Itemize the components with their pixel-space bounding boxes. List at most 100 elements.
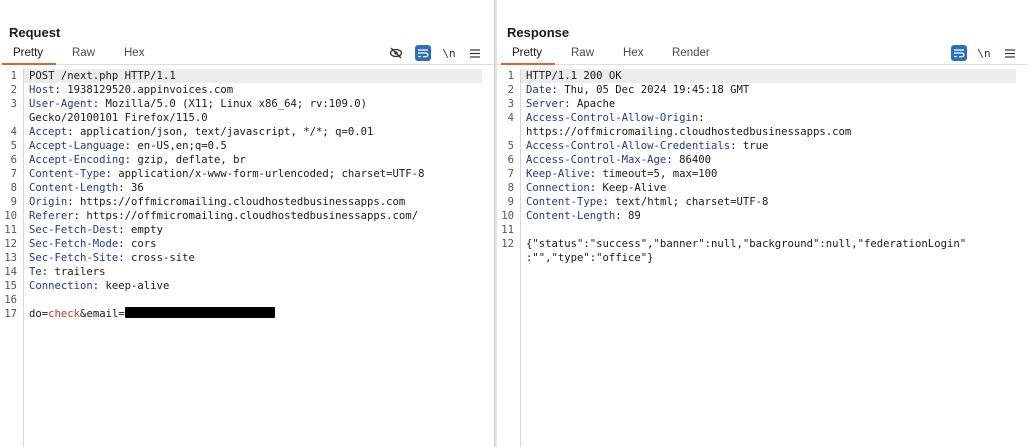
response-code-line: 9 Content-Type: text/html; charset=UTF-8 [508,195,1016,209]
request-code-line: 14 Te: trailers [4,265,482,279]
line-number: 12 [4,238,17,250]
request-code-line: 8 Content-Length: 36 [11,181,482,195]
request-editor[interactable]: 1 POST /next.php HTTP/1.1 2 Host: 193812952… [0,69,494,447]
header-name: Content-Type [526,196,603,208]
header-name: Host [29,84,55,96]
line-number: 10 [4,210,17,222]
request-code-line: 13 Sec-Fetch-Site: cross-site [4,251,482,265]
eye-slash-icon[interactable] [388,45,404,61]
request-hamburger-menu-icon[interactable] [467,45,483,61]
line-text: Origin: https://offmicromailing.cloudhos… [24,196,405,208]
line-number: 1 [10,70,17,82]
response-newline-toggle[interactable]: \n [976,45,992,61]
line-number: 6 [10,154,17,166]
request-code-line: 1 POST /next.php HTTP/1.1 [11,69,482,83]
header-name: Accept-Language [29,140,125,152]
response-tab-hex[interactable]: Hex [623,47,643,59]
line-text: Te: trailers [24,266,106,278]
plain-text: Gecko/20100101 Firefox/115.0 [29,112,208,124]
line-number: 5 [507,140,514,152]
line-text: POST /next.php HTTP/1.1 [24,69,482,83]
request-code-line: 3 User-Agent: Mozilla/5.0 (X11; Linux x86… [11,97,482,111]
header-value: : Mozilla/5.0 (X11; Linux x86_64; rv:109… [92,98,368,110]
header-name: Sec-Fetch-Site [29,252,119,264]
redaction-bar [124,307,275,318]
response-tab-raw[interactable]: Raw [571,47,594,59]
header-name: Accept-Encoding [29,154,125,166]
line-number: 4 [507,112,514,124]
response-editor[interactable]: 1 HTTP/1.1 200 OK 2 Date: Thu, 05 Dec 2024 … [497,69,1028,447]
header-name: Content-Length [29,182,119,194]
line-number: 11 [4,224,17,236]
response-wrap-icon[interactable] [951,45,967,61]
response-code-line: 10 Content-Length: 89 [501,209,1016,223]
plain-text: POST /next.php HTTP/1.1 [29,70,176,82]
request-code-line: 15 Connection: keep-alive [4,279,482,293]
request-newline-toggle[interactable]: \n [441,45,457,61]
line-text: Connection: keep-alive [24,280,169,292]
request-tab-raw[interactable]: Raw [72,47,95,59]
header-value: : cors [118,238,157,250]
line-text: Sec-Fetch-Mode: cors [24,238,157,250]
line-number: 12 [501,238,514,250]
header-value: : text/html; charset=UTF-8 [602,196,769,208]
header-name: Connection [29,280,93,292]
line-text: Sec-Fetch-Site: cross-site [24,252,195,264]
line-number: 9 [507,196,514,208]
param-key: do [29,308,42,320]
request-wrap-icon[interactable] [415,45,431,61]
response-tab-underline [501,63,555,65]
response-code-line: :"","type":"office"} [521,251,1016,265]
header-value: : Apache [564,98,616,110]
response-code-line: 8 Connection: Keep-Alive [508,181,1016,195]
line-text: Keep-Alive: timeout=5, max=100 [521,168,717,180]
response-code-line: 5 Access-Control-Allow-Credentials: true [508,139,1016,153]
header-value: : true [730,140,769,152]
plain-text: HTTP/1.1 200 OK [526,70,622,82]
line-text: Access-Control-Allow-Origin: [521,112,705,124]
equals-sign: = [118,308,125,320]
line-number: 9 [10,196,17,208]
line-number: 7 [10,168,17,180]
request-tab-pretty[interactable]: Pretty [13,47,43,59]
header-name: Server [526,98,565,110]
response-tab-render[interactable]: Render [672,47,710,59]
line-number: 14 [4,266,17,278]
header-value: : application/json, text/javascript, */*… [67,126,374,138]
header-value: : https://offmicromailing.cloudhostedbus… [67,196,406,208]
line-text: Host: 1938129520.appinvoices.com [24,84,233,96]
response-code-line: 12 {"status":"success","banner":null,"bac… [501,237,1016,251]
response-code-line: 7 Keep-Alive: timeout=5, max=100 [508,167,1016,181]
line-number: 3 [10,98,17,110]
response-tab-pretty[interactable]: Pretty [512,47,542,59]
line-number: 5 [10,140,17,152]
request-pane: Request Pretty Raw Hex \n 1 POST /next.ph… [0,0,494,447]
header-value: : gzip, deflate, br [124,154,246,166]
response-hamburger-menu-icon[interactable] [1002,45,1018,61]
line-text: HTTP/1.1 200 OK [521,69,1016,83]
header-value: : en-US,en;q=0.5 [124,140,227,152]
response-gutter [497,69,521,447]
header-name: Accept [29,126,68,138]
header-value: : trailers [41,266,106,278]
request-tab-hex[interactable]: Hex [124,47,144,59]
response-tabs: Pretty Raw Hex Render [497,43,1028,65]
header-name: Date [526,84,552,96]
header-name: Sec-Fetch-Mode [29,238,119,250]
response-code-line: 6 Access-Control-Max-Age: 86400 [508,153,1016,167]
header-value: : 1938129520.appinvoices.com [54,84,234,96]
line-number: 2 [10,84,17,96]
request-code-line: 5 Accept-Language: en-US,en;q=0.5 [11,139,482,153]
line-text: Gecko/20100101 Firefox/115.0 [24,112,208,124]
header-name: Access-Control-Allow-Credentials [526,140,731,152]
request-code-line: 10 Referer: https://offmicromailing.cloud… [4,209,482,223]
line-number: 10 [501,210,514,222]
line-text: Connection: Keep-Alive [521,182,666,194]
header-value: : Thu, 05 Dec 2024 19:45:18 GMT [551,84,750,96]
header-value: : https://offmicromailing.cloudhostedbus… [73,210,419,222]
line-text: Content-Type: text/html; charset=UTF-8 [521,196,768,208]
header-value: : empty [118,224,163,236]
header-value: : 86400 [666,154,711,166]
param-value: check [48,308,81,320]
request-code-line: 2 Host: 1938129520.appinvoices.com [11,83,482,97]
